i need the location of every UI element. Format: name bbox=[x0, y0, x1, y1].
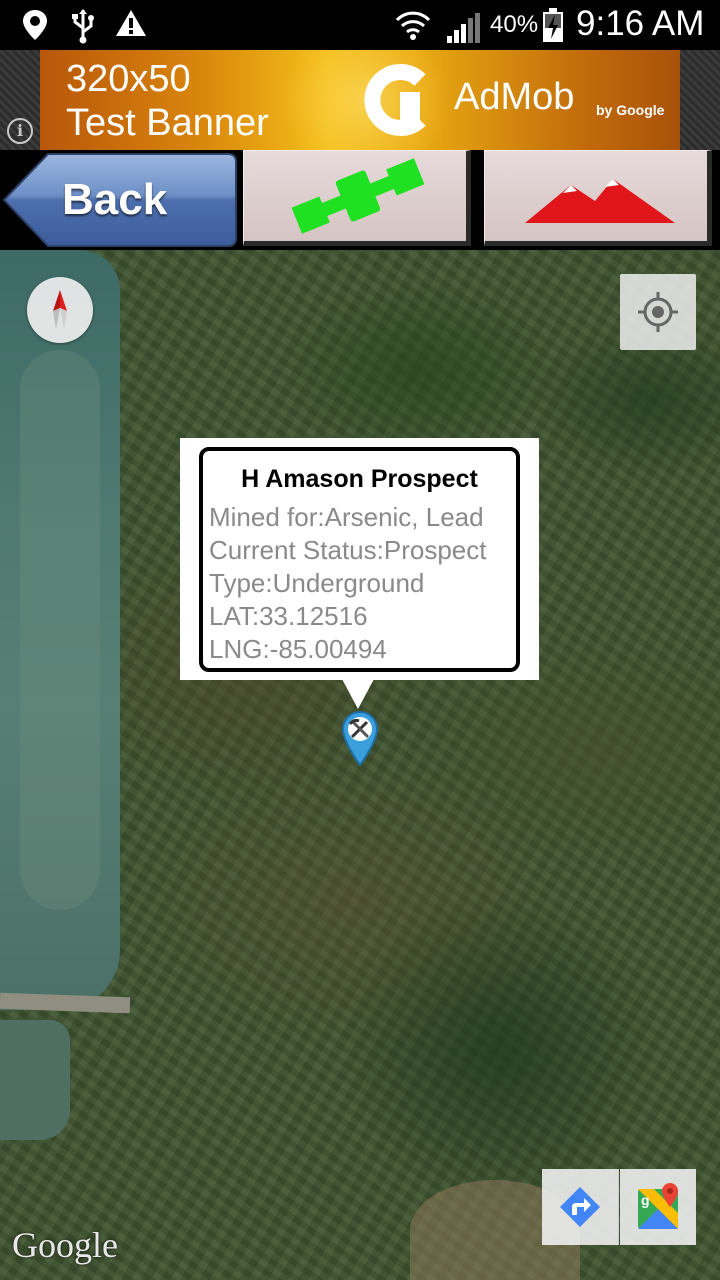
toolbar: Back bbox=[0, 150, 720, 250]
water-inlet bbox=[0, 1020, 70, 1140]
info-lng: LNG:-85.00494 bbox=[209, 634, 387, 664]
ad-test-label: Test Banner bbox=[66, 102, 269, 144]
ad-content[interactable]: 320x50 Test Banner AdMob by Google bbox=[40, 50, 680, 150]
mine-marker-icon[interactable] bbox=[340, 710, 380, 766]
map-view[interactable]: H Amason Prospect Mined for:Arsenic, Lea… bbox=[0, 250, 720, 1280]
wifi-icon bbox=[395, 11, 431, 40]
google-attribution: Google bbox=[12, 1225, 118, 1265]
ad-banner[interactable]: 320x50 Test Banner AdMob by Google i bbox=[0, 50, 720, 150]
info-title: H Amason Prospect bbox=[241, 465, 478, 493]
terrain-view-button[interactable] bbox=[484, 150, 712, 246]
location-pin-icon bbox=[23, 10, 47, 40]
ad-info-icon[interactable]: i bbox=[7, 118, 33, 144]
info-window-pointer bbox=[342, 679, 374, 709]
mountains-icon bbox=[525, 179, 675, 223]
info-status: Current Status:Prospect bbox=[209, 535, 487, 565]
crosshair-icon bbox=[638, 292, 678, 332]
back-label: Back bbox=[62, 175, 168, 224]
warning-icon bbox=[116, 10, 146, 36]
battery-percent: 40% bbox=[490, 11, 539, 38]
admob-logo-icon bbox=[364, 64, 426, 136]
signal-icon bbox=[447, 13, 480, 43]
road bbox=[0, 992, 131, 1014]
clock: 9:16 AM bbox=[576, 4, 705, 43]
admob-by-google: by Google bbox=[596, 102, 665, 118]
directions-icon bbox=[560, 1187, 600, 1227]
compass-icon bbox=[53, 290, 67, 329]
info-mined-for: Mined for:Arsenic, Lead bbox=[209, 502, 484, 532]
satellite-icon bbox=[291, 158, 425, 234]
battery-charging-icon bbox=[543, 8, 563, 42]
admob-brand: AdMob bbox=[454, 76, 575, 118]
marker-info-window[interactable]: H Amason Prospect Mined for:Arsenic, Lea… bbox=[180, 438, 539, 680]
info-window-frame: H Amason Prospect Mined for:Arsenic, Lea… bbox=[199, 447, 520, 672]
back-button[interactable]: Back bbox=[0, 150, 240, 250]
my-location-button[interactable] bbox=[620, 274, 696, 350]
google-maps-icon: g bbox=[638, 1183, 678, 1229]
open-in-maps-button[interactable]: g bbox=[620, 1169, 696, 1245]
ad-size-text: 320x50 bbox=[66, 58, 191, 100]
info-lat: LAT:33.12516 bbox=[209, 601, 368, 631]
svg-text:g: g bbox=[641, 1192, 650, 1208]
water-body bbox=[0, 250, 120, 1010]
directions-button[interactable] bbox=[542, 1169, 619, 1245]
info-type: Type:Underground bbox=[209, 568, 425, 598]
compass-button[interactable] bbox=[27, 277, 93, 343]
usb-icon bbox=[72, 9, 94, 44]
status-bar: 40% 9:16 AM bbox=[0, 0, 720, 50]
satellite-view-button[interactable] bbox=[243, 150, 471, 246]
